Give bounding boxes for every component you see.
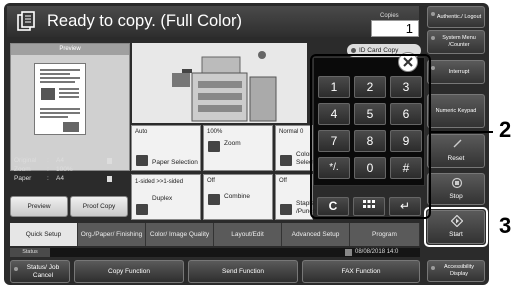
callout-2: 2 [499,117,512,142]
stop-button[interactable]: Stop [427,173,485,205]
color-selection-cell[interactable]: Normal 0 Color Selection [275,125,323,171]
paper-selection-icon [136,155,148,166]
paper-tray-icon [107,176,112,182]
reset-button[interactable]: Reset [427,134,485,168]
duplex-cell[interactable]: 1-sided >>1-sided Duplex [131,174,201,220]
status-job-cancel-button[interactable]: Status/ Job Cancel [10,260,70,283]
led-icon [431,266,435,270]
staple-punch-icon [280,204,292,215]
id-card-icon [351,48,356,53]
combine-cell[interactable]: Off Combine [203,174,273,220]
led-icon [431,12,435,16]
paper-info: Paper: A4 [14,175,64,182]
status-title: Ready to copy. (Full Color) [47,12,243,30]
led-icon [431,66,435,70]
printer-illustration [172,51,277,122]
accessibility-display-button[interactable]: Accessibility Display [427,260,485,282]
keypad-highlight-frame [310,54,431,219]
reset-icon [453,139,462,148]
start-button[interactable]: Start [427,210,485,244]
copies-field[interactable]: 1 [371,20,419,37]
led-icon [14,267,18,271]
staple-punch-cell[interactable]: Off Staple /Punch [275,174,316,220]
status-bar: Status 08/08/2018 14:0 [10,248,420,257]
numeric-keypad-button[interactable]: Numeric Keypad [427,94,485,128]
function-tabs: Quick Setup Org./Paper/ Finishing Color/… [10,223,420,246]
machine-illustration [132,43,307,123]
proof-copy-button[interactable]: Proof Copy [70,196,128,217]
original-info: Original: A4 [14,157,64,164]
copy-function-button[interactable]: Copy Function [74,260,184,283]
callout-line [431,131,493,133]
preview-button[interactable]: Preview [10,196,68,217]
document-thumbnail [34,63,86,135]
date-time: 08/08/2018 14:0 [355,249,399,255]
tab-program[interactable]: Program [350,223,420,246]
system-menu-button[interactable]: System Menu /Counter [427,30,485,54]
duplex-icon [136,204,148,215]
tab-layout-edit[interactable]: Layout/Edit [214,223,282,246]
led-icon [431,36,435,40]
preview-title: Preview [11,44,129,55]
combine-icon [208,194,220,205]
stop-icon [451,177,463,189]
copies-label: Copies [380,13,399,19]
status-label: Status [10,248,50,257]
original-size-icon [107,158,112,164]
zoom-info: Zoom:100% [14,166,73,173]
tab-advanced-setup[interactable]: Advanced Setup [282,223,350,246]
color-selection-icon [280,155,292,166]
tab-color-image-quality[interactable]: Color/ Image Quality [146,223,214,246]
zoom-cell[interactable]: 100% Zoom [203,125,273,171]
copy-mode-icon [15,11,37,33]
header-bar: Ready to copy. (Full Color) Copies 1 [7,6,419,37]
tab-org-paper-finishing[interactable]: Org./Paper/ Finishing [78,223,146,246]
paper-selection-cell[interactable]: Auto Paper Selection [131,125,201,171]
network-icon [345,249,352,256]
start-icon [451,215,463,227]
fax-function-button[interactable]: FAX Function [302,260,420,283]
preview-panel: Preview [10,43,130,171]
interrupt-button[interactable]: Interrupt [427,60,485,84]
authentication-logout-button[interactable]: Authentic./ Logout [427,6,485,28]
callout-3: 3 [499,213,512,238]
tab-quick-setup[interactable]: Quick Setup [10,223,78,246]
send-function-button[interactable]: Send Function [188,260,298,283]
zoom-icon [208,141,220,152]
